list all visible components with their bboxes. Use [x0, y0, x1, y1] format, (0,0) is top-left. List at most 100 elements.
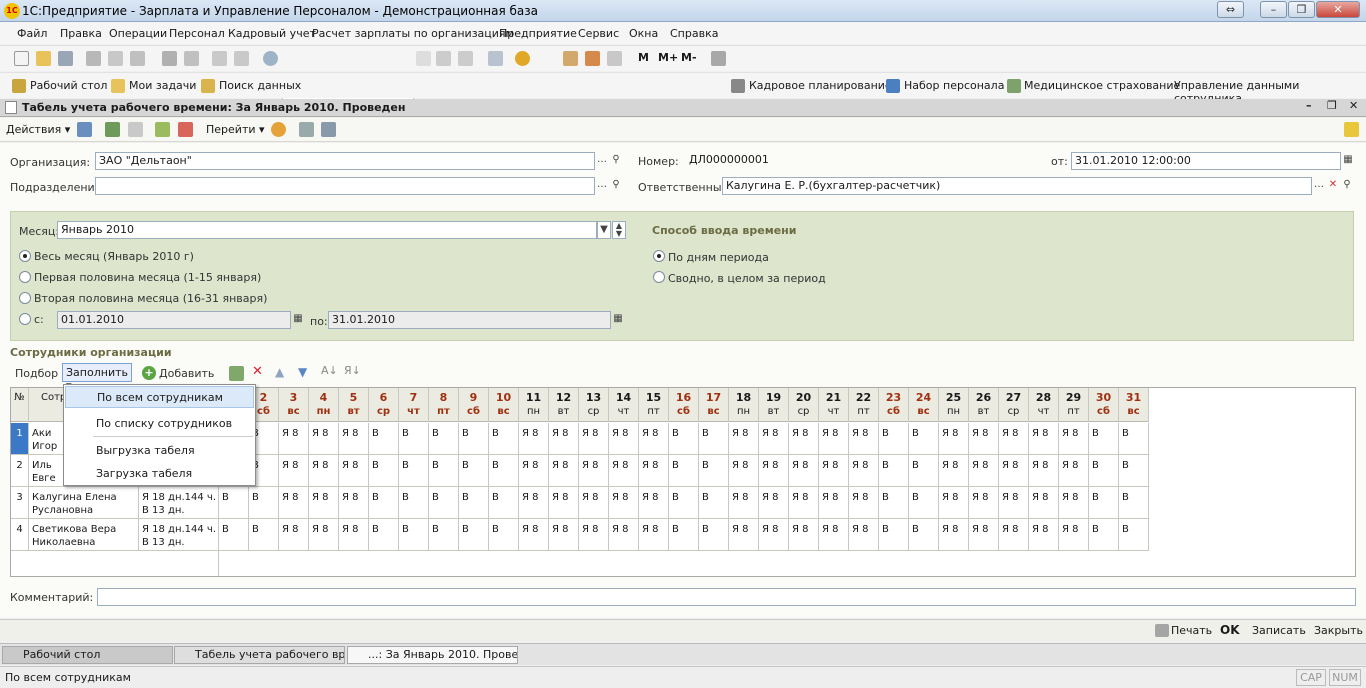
- period-to-calendar-icon[interactable]: ▦: [611, 311, 625, 329]
- day-cell[interactable]: В: [909, 423, 939, 455]
- day-cell[interactable]: Я 8: [309, 519, 339, 551]
- search-next-icon[interactable]: [436, 51, 451, 66]
- month-field[interactable]: Январь 2010: [57, 221, 597, 239]
- menu-item-all-employees[interactable]: По всем сотрудникам: [65, 386, 254, 408]
- calendar-icon[interactable]: [585, 51, 600, 66]
- day-cell[interactable]: Я 8: [519, 423, 549, 455]
- day-cell[interactable]: В: [219, 487, 249, 519]
- day-cell[interactable]: Я 8: [939, 487, 969, 519]
- day-cell[interactable]: В: [489, 455, 519, 487]
- day-cell[interactable]: Я 8: [1059, 487, 1089, 519]
- menu-service[interactable]: Сервис: [578, 27, 619, 40]
- day-cell[interactable]: Я 8: [519, 455, 549, 487]
- day-cell[interactable]: Я 8: [339, 423, 369, 455]
- day-cell[interactable]: Я 8: [339, 455, 369, 487]
- menu-help[interactable]: Справка: [670, 27, 718, 40]
- copy-doc-icon[interactable]: [128, 122, 143, 137]
- day-cell[interactable]: В: [1089, 519, 1119, 551]
- hr-planning-link[interactable]: Кадровое планирование: [749, 79, 892, 92]
- task-desktop[interactable]: Рабочий стол: [2, 646, 173, 664]
- info-icon[interactable]: [515, 51, 530, 66]
- day-cell[interactable]: Я 8: [579, 455, 609, 487]
- day-cell[interactable]: Я 8: [759, 519, 789, 551]
- day-cell[interactable]: Я 8: [279, 519, 309, 551]
- day-cell[interactable]: Я 8: [519, 487, 549, 519]
- create-based-icon[interactable]: [155, 122, 170, 137]
- day-cell[interactable]: Я 8: [789, 487, 819, 519]
- day-cell[interactable]: В: [879, 455, 909, 487]
- month-spinner-icon[interactable]: ▲ ▼: [612, 221, 626, 239]
- radio-whole-month[interactable]: [19, 250, 31, 262]
- menu-edit[interactable]: Правка: [60, 27, 102, 40]
- day-cell[interactable]: Я 8: [969, 487, 999, 519]
- responsible-field[interactable]: Калугина Е. Р.(бухгалтер-расчетчик): [722, 177, 1312, 195]
- day-cell[interactable]: Я 8: [969, 423, 999, 455]
- doc-close-button[interactable]: ✕: [1349, 99, 1358, 112]
- day-cell[interactable]: В: [1089, 423, 1119, 455]
- comment-field[interactable]: [97, 588, 1356, 606]
- recruitment-link[interactable]: Набор персонала: [904, 79, 1004, 92]
- day-cell[interactable]: В: [219, 519, 249, 551]
- select-button[interactable]: Подбор: [15, 367, 58, 380]
- day-cell[interactable]: Я 8: [549, 487, 579, 519]
- doc-maximize-button[interactable]: ❐: [1327, 99, 1337, 112]
- day-cell[interactable]: Я 8: [999, 423, 1029, 455]
- day-cell[interactable]: Я 8: [1029, 487, 1059, 519]
- print-icon[interactable]: [162, 51, 177, 66]
- day-cell[interactable]: В: [429, 455, 459, 487]
- employee-name-cell[interactable]: Калугина Елена Руслановна: [29, 487, 139, 519]
- structure-icon[interactable]: [299, 122, 314, 137]
- day-cell[interactable]: Я 8: [729, 487, 759, 519]
- day-cell[interactable]: В: [489, 519, 519, 551]
- restore-arrows-icon[interactable]: ⇔: [1217, 1, 1244, 18]
- day-cell[interactable]: Я 8: [969, 455, 999, 487]
- menu-item-export[interactable]: Выгрузка табеля: [65, 440, 254, 462]
- period-from-calendar-icon[interactable]: ▦: [291, 311, 305, 329]
- dept-select-button[interactable]: …: [595, 177, 609, 195]
- day-cell[interactable]: В: [399, 423, 429, 455]
- calendar-icon[interactable]: ▦: [1341, 152, 1355, 170]
- day-cell[interactable]: В: [1089, 487, 1119, 519]
- memory-m-button[interactable]: M: [638, 51, 649, 64]
- day-cell[interactable]: Я 8: [789, 519, 819, 551]
- day-cell[interactable]: В: [699, 519, 729, 551]
- day-cell[interactable]: В: [429, 423, 459, 455]
- doc-minimize-button[interactable]: –: [1306, 99, 1312, 112]
- table-row-number[interactable]: 3: [11, 487, 29, 519]
- menu-item-import[interactable]: Загрузка табеля: [65, 463, 254, 485]
- organization-field[interactable]: ЗАО "Дельтаон": [95, 152, 595, 170]
- period-to-field[interactable]: 31.01.2010: [328, 311, 611, 329]
- day-cell[interactable]: В: [669, 455, 699, 487]
- day-cell[interactable]: В: [879, 423, 909, 455]
- calculator-icon[interactable]: [563, 51, 578, 66]
- day-cell[interactable]: Я 8: [639, 519, 669, 551]
- menu-item-employee-list[interactable]: По списку сотрудников: [65, 413, 254, 435]
- day-cell[interactable]: В: [369, 423, 399, 455]
- add-plus-icon[interactable]: +: [142, 366, 156, 380]
- radio-summary[interactable]: [653, 271, 665, 283]
- day-cell[interactable]: Я 8: [729, 455, 759, 487]
- day-cell[interactable]: Я 8: [999, 519, 1029, 551]
- department-field[interactable]: [95, 177, 595, 195]
- day-cell[interactable]: Я 8: [609, 487, 639, 519]
- cut-icon[interactable]: [86, 51, 101, 66]
- day-cell[interactable]: Я 8: [999, 455, 1029, 487]
- day-cell[interactable]: Я 8: [609, 519, 639, 551]
- employee-total-cell[interactable]: Я 18 дн.144 ч. В 13 дн.: [139, 519, 219, 551]
- post-and-close-icon[interactable]: [77, 122, 92, 137]
- day-cell[interactable]: Я 8: [549, 519, 579, 551]
- day-cell[interactable]: В: [1119, 455, 1149, 487]
- day-cell[interactable]: В: [249, 487, 279, 519]
- day-cell[interactable]: В: [1119, 423, 1149, 455]
- paste-icon[interactable]: [130, 51, 145, 66]
- day-cell[interactable]: В: [669, 519, 699, 551]
- day-cell[interactable]: Я 8: [339, 519, 369, 551]
- day-cell[interactable]: Я 8: [759, 423, 789, 455]
- day-cell[interactable]: Я 8: [969, 519, 999, 551]
- day-cell[interactable]: В: [369, 455, 399, 487]
- medical-insurance-link[interactable]: Медицинское страхование: [1024, 79, 1180, 92]
- radio-second-half[interactable]: [19, 292, 31, 304]
- day-cell[interactable]: Я 8: [849, 455, 879, 487]
- list-settings-icon[interactable]: [321, 122, 336, 137]
- redo-icon[interactable]: [234, 51, 249, 66]
